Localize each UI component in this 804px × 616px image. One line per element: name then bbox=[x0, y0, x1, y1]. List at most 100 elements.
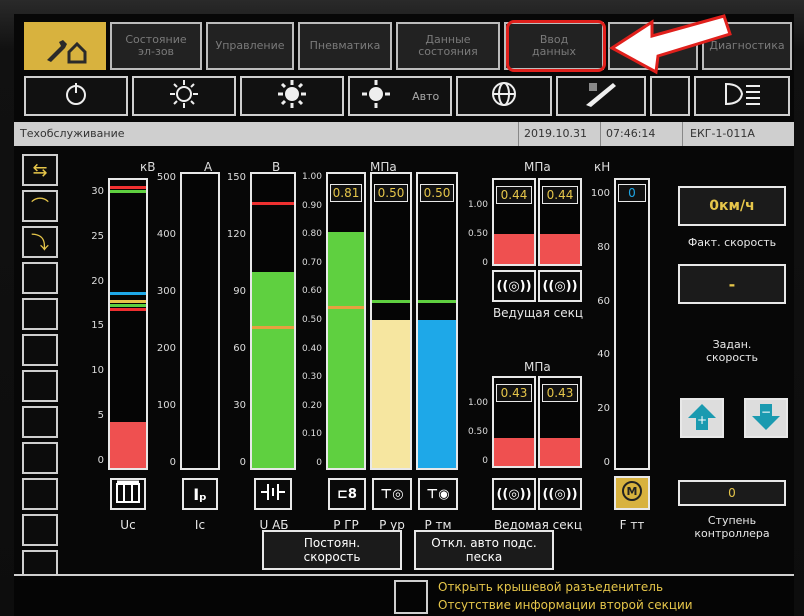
force-gauge bbox=[614, 178, 650, 470]
p-ur-mark bbox=[372, 300, 410, 303]
set-speed-display[interactable]: - bbox=[678, 264, 786, 304]
side-button-6[interactable] bbox=[22, 334, 58, 366]
p-gr-gauge bbox=[326, 172, 366, 470]
battery-indicator bbox=[254, 478, 292, 510]
headlight-button[interactable] bbox=[694, 76, 790, 116]
uc-green-mark bbox=[110, 190, 146, 193]
trail-cyl-2-fill bbox=[540, 438, 580, 466]
lead-bogie-1-indicator: ((◎)) bbox=[492, 270, 536, 302]
p-gr-value: 0.81 bbox=[330, 184, 362, 202]
p-ur-fill bbox=[372, 320, 410, 468]
light-dim-button[interactable] bbox=[132, 76, 236, 116]
mode-text: Техобслуживание bbox=[20, 127, 125, 140]
side-button-coupler[interactable]: ⤵ bbox=[22, 226, 58, 258]
highlight-box bbox=[506, 20, 606, 72]
controller-step-label: Ступень контроллера bbox=[694, 514, 770, 540]
motor-icon: M bbox=[620, 479, 644, 507]
uc-min-mark bbox=[110, 308, 146, 311]
press-axis: 1.00 0.90 0.80 0.70 0.60 0.50 0.40 0.30 0.20 0.10… bbox=[301, 172, 322, 468]
p-tm-fill bbox=[418, 320, 456, 468]
pantograph-icon: ⌒ bbox=[31, 197, 49, 218]
p-ur-value: 0.50 bbox=[374, 184, 408, 202]
p-gr-fill bbox=[328, 232, 364, 468]
lead-cyl-1-fill bbox=[494, 234, 534, 264]
trail-unit: МПа bbox=[524, 360, 551, 374]
svg-text:−: − bbox=[761, 405, 771, 419]
brake-valve-icon: ⊤◎ bbox=[380, 486, 404, 502]
current-icon: Iₚ bbox=[193, 484, 207, 504]
brake-pipe-icon: ⊤◉ bbox=[426, 486, 450, 502]
main-reservoir-indicator: ⊏8 bbox=[328, 478, 366, 510]
wheelset-icon: ((◎)) bbox=[496, 486, 532, 502]
p-gr-mark bbox=[328, 306, 364, 309]
auto-sand-off-button[interactable]: Откл. авто подс. песка bbox=[414, 530, 554, 570]
force-axis: 100 80 60 40 20 0 bbox=[590, 188, 610, 468]
power-icon bbox=[63, 81, 89, 111]
p-tm-gauge bbox=[416, 172, 458, 470]
uc-axis: 30 25 20 15 10 5 0 bbox=[91, 186, 104, 466]
uc-gauge bbox=[108, 178, 148, 470]
tab-control[interactable]: Управление bbox=[206, 22, 294, 70]
controller-step-display: 0 bbox=[678, 480, 786, 506]
speed-down-button[interactable]: − bbox=[744, 398, 788, 438]
tab-pneumatics[interactable]: Пневматика bbox=[298, 22, 392, 70]
blank-button[interactable] bbox=[650, 76, 690, 116]
network-button[interactable] bbox=[456, 76, 552, 116]
side-button-route[interactable]: ⇆ bbox=[22, 154, 58, 186]
unit-id-text: ЕКГ-1-011А bbox=[690, 127, 755, 140]
p-ur-gauge bbox=[370, 172, 412, 470]
lead-unit: МПа bbox=[524, 160, 551, 174]
light-auto-button[interactable]: Авто bbox=[348, 76, 452, 116]
uab-axis: 150 120 90 60 30 0 bbox=[226, 172, 246, 468]
pantograph-indicator bbox=[110, 478, 146, 510]
lead-cyl-2-value: 0.44 bbox=[542, 186, 578, 204]
side-button-4[interactable] bbox=[22, 262, 58, 294]
p-tm-mark bbox=[418, 300, 456, 303]
tab-status-data[interactable]: Данные состояния bbox=[396, 22, 500, 70]
force-unit: кН bbox=[594, 160, 611, 174]
route-icon: ⇆ bbox=[32, 159, 48, 181]
sun-solid-icon bbox=[277, 79, 307, 113]
constant-speed-button[interactable]: Постоян. скорость bbox=[262, 530, 402, 570]
arrow-down-icon: − bbox=[750, 402, 782, 435]
side-button-5[interactable] bbox=[22, 298, 58, 330]
message-1: Открыть крышевой разъеденитель bbox=[438, 580, 664, 594]
lead-cyl-1-value: 0.44 bbox=[496, 186, 532, 204]
lead-bogie-2-indicator: ((◎)) bbox=[538, 270, 582, 302]
light-bright-button[interactable] bbox=[240, 76, 344, 116]
ic-label: Ic bbox=[194, 518, 206, 532]
force-label: F тт bbox=[619, 518, 645, 532]
arrow-up-icon: + bbox=[686, 402, 718, 435]
uc-max-mark bbox=[110, 186, 146, 189]
ic-axis: 500 400 300 200 100 0 bbox=[156, 172, 176, 468]
battery-icon bbox=[259, 481, 287, 507]
auto-label: Авто bbox=[412, 89, 440, 103]
time-text: 07:46:14 bbox=[606, 127, 656, 140]
locomotive-display: Состояние эл-зов Управление Пневматика Д… bbox=[14, 14, 794, 616]
sun-outline-icon bbox=[169, 79, 199, 113]
wheelset-icon: ((◎)) bbox=[542, 486, 578, 502]
trail-cyl-1-fill bbox=[494, 438, 534, 466]
side-button-pantograph[interactable]: ⌒ bbox=[22, 190, 58, 222]
side-button-11[interactable] bbox=[22, 514, 58, 546]
side-button-8[interactable] bbox=[22, 406, 58, 438]
side-button-7[interactable] bbox=[22, 370, 58, 402]
actual-speed-label: Факт. скорость bbox=[687, 236, 777, 249]
side-button-9[interactable] bbox=[22, 442, 58, 474]
equalizing-reservoir-indicator: ⊤◎ bbox=[372, 478, 412, 510]
speed-up-button[interactable]: + bbox=[680, 398, 724, 438]
wrench-home-icon bbox=[43, 24, 87, 69]
svg-text:M: M bbox=[627, 485, 638, 498]
tab-element-status[interactable]: Состояние эл-зов bbox=[110, 22, 202, 70]
tab-home[interactable] bbox=[24, 22, 106, 70]
wiper-icon bbox=[583, 79, 619, 113]
wiper-button[interactable] bbox=[556, 76, 646, 116]
power-button[interactable] bbox=[24, 76, 128, 116]
side-button-10[interactable] bbox=[22, 478, 58, 510]
message-2: Отсутствие информации второй секции bbox=[438, 598, 693, 612]
wheelset-icon: ((◎)) bbox=[496, 278, 532, 294]
pantograph-frame-icon bbox=[115, 480, 141, 508]
trail-cyl-1-value: 0.43 bbox=[496, 384, 532, 402]
date-text: 2019.10.31 bbox=[524, 127, 587, 140]
uc-green-mark-2 bbox=[110, 304, 146, 307]
